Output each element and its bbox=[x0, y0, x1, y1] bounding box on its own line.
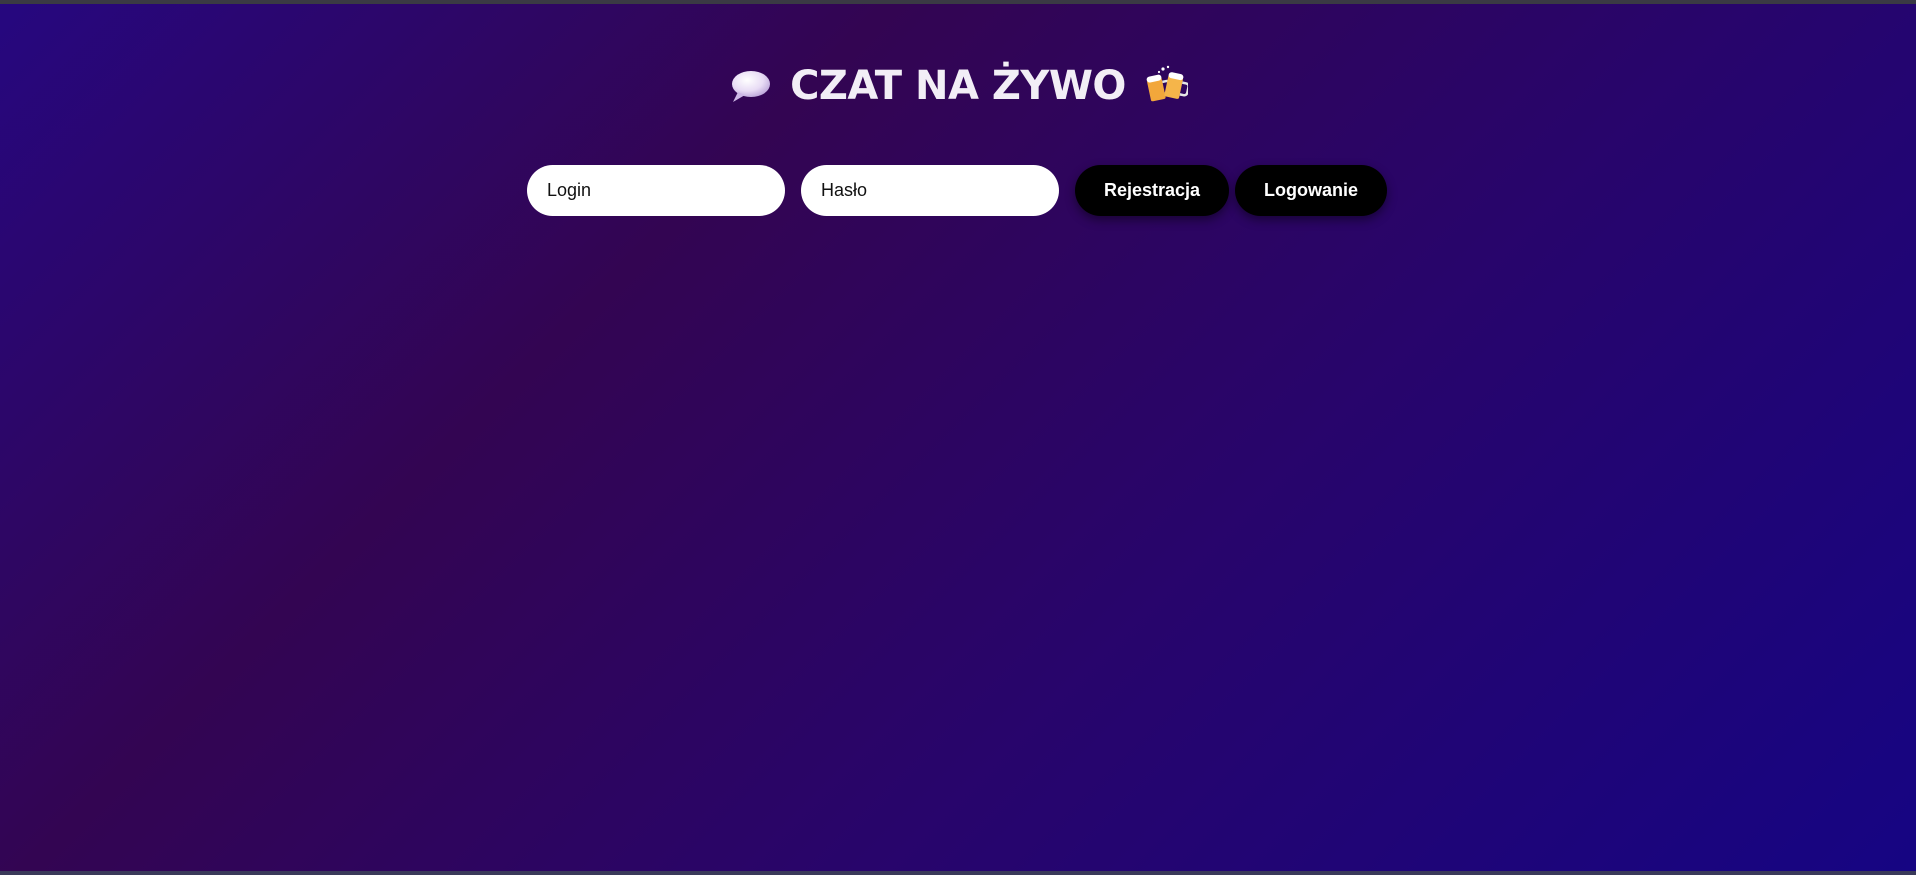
bottom-border bbox=[0, 871, 1916, 875]
page-background: CZAT NA ŻYWO Rejestracja bbox=[0, 4, 1916, 871]
speech-bubble-icon bbox=[728, 64, 772, 108]
password-input[interactable] bbox=[801, 164, 1059, 216]
login-input[interactable] bbox=[527, 164, 785, 216]
login-button[interactable]: Logowanie bbox=[1235, 164, 1387, 216]
clinking-beer-mugs-icon bbox=[1144, 64, 1190, 108]
page-title: CZAT NA ŻYWO bbox=[790, 63, 1126, 109]
register-button[interactable]: Rejestracja bbox=[1075, 164, 1229, 216]
auth-form: Rejestracja Logowanie bbox=[527, 164, 1387, 216]
page-header: CZAT NA ŻYWO bbox=[0, 56, 1916, 116]
